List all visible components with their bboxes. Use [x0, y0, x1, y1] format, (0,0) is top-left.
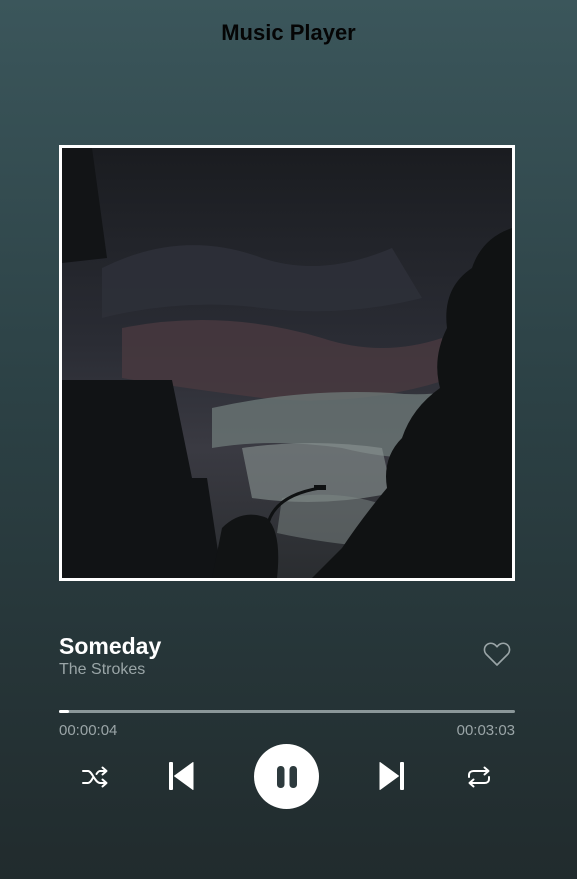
current-time: 00:00:04	[59, 722, 118, 739]
repeat-icon	[468, 766, 490, 788]
skip-previous-icon	[169, 762, 194, 790]
album-art	[59, 145, 515, 581]
previous-button[interactable]	[166, 760, 196, 792]
skip-next-icon	[379, 762, 404, 790]
shuffle-button[interactable]	[80, 763, 110, 791]
track-artist: The Strokes	[59, 661, 146, 678]
favorite-heart-icon[interactable]	[483, 641, 511, 667]
shuffle-icon	[82, 766, 108, 788]
play-pause-button[interactable]	[254, 744, 319, 809]
page-title: Music Player	[221, 20, 356, 45]
repeat-button[interactable]	[464, 764, 494, 790]
track-title: Someday	[59, 633, 162, 659]
total-time: 00:03:03	[456, 722, 515, 739]
next-button[interactable]	[377, 760, 407, 792]
progress-bar[interactable]	[59, 710, 515, 713]
progress-fill	[59, 710, 70, 713]
pause-icon	[276, 765, 297, 788]
